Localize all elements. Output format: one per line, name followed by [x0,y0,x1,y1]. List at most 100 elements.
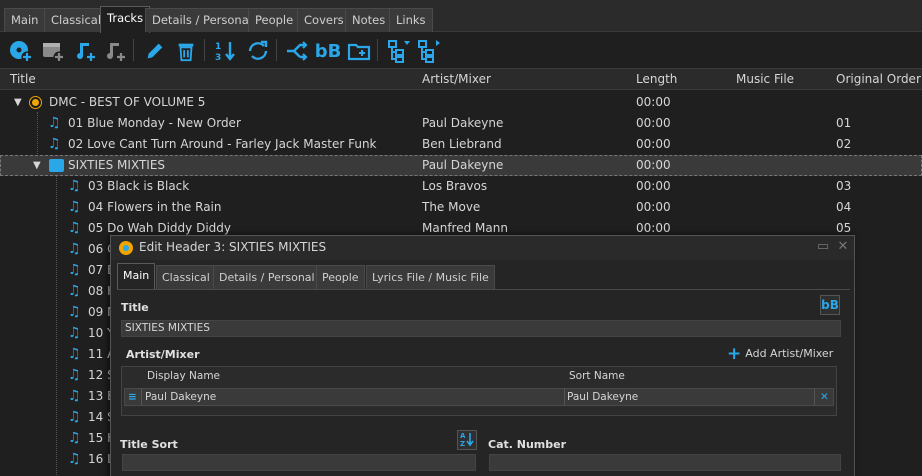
music-note-icon: ♫ [68,304,81,320]
app-window: Main Classical Tracks Details / Personal… [0,0,922,476]
collapse-arrow-icon[interactable]: ▼ [33,155,41,176]
artist-mixer-label: Artist/Mixer [126,348,200,361]
add-subtrack-icon[interactable] [102,38,128,64]
delete-icon[interactable] [173,38,199,64]
music-note-icon: ♫ [68,451,81,467]
column-music-file[interactable]: Music File [736,72,794,86]
renumber-icon[interactable] [245,38,271,64]
toolbar-divider [276,39,277,61]
tab-links[interactable]: Links [389,8,433,32]
remove-artist-icon[interactable]: ✕ [820,389,829,405]
close-icon[interactable]: ✕ [836,240,850,254]
dialog-tab-people[interactable]: People [316,265,365,289]
plus-icon: + [727,344,742,364]
svg-text:Z: Z [460,440,465,447]
music-note-icon: ♫ [68,430,81,446]
music-note-icon: ♫ [68,409,81,425]
edit-icon[interactable] [142,38,168,64]
music-note-icon: ♫ [68,220,81,236]
music-note-icon: ♫ [48,115,61,131]
disc-title: DMC - BEST OF VOLUME 5 [49,95,206,109]
header-folder-icon [49,159,64,172]
music-note-icon: ♫ [68,367,81,383]
dialog-tab-classical[interactable]: Classical [156,265,216,289]
header-title: SIXTIES MIXTIES [68,158,166,172]
drag-handle-icon[interactable]: ≡ [128,389,137,405]
music-note-icon: ♫ [68,388,81,404]
track-order: 01 [836,116,852,130]
collapse-arrow-icon[interactable]: ▼ [14,92,22,113]
artist-sort-name[interactable]: Paul Dakeyne [567,389,638,405]
track-title: 01 Blue Monday - New Order [68,116,241,130]
cat-number-label: Cat. Number [488,438,567,451]
music-note-icon: ♫ [68,178,81,194]
maximize-icon[interactable]: ▭ [816,240,830,254]
title-case-button[interactable]: bB [820,295,840,315]
svg-text:A: A [460,432,466,440]
title-sort-input[interactable] [122,454,476,471]
title-input[interactable]: SIXTIES MIXTIES [121,320,841,337]
music-note-icon: ♫ [68,262,81,278]
column-length[interactable]: Length [636,72,677,86]
music-note-icon: ♫ [68,325,81,341]
tab-people[interactable]: People [248,8,301,32]
column-title[interactable]: Title [10,72,36,86]
cat-number-input[interactable] [489,454,841,471]
track-length: 00:00 [636,137,671,151]
tab-tracks[interactable]: Tracks [100,6,151,33]
header-row-selected[interactable]: ▼ SIXTIES MIXTIES Paul Dakeyne 00:00 [0,155,922,176]
dialog-title: Edit Header 3: SIXTIES MIXTIES [139,240,327,254]
grid-divider [814,389,815,405]
add-header-icon[interactable] [40,38,66,64]
track-title: 04 Flowers in the Rain [88,200,222,214]
add-artist-button[interactable]: + Add Artist/Mixer [727,344,833,364]
add-track-icon[interactable] [72,38,98,64]
artist-grid-row[interactable]: ≡ Paul Dakeyne Paul Dakeyne ✕ [124,388,834,406]
expand-tree-icon[interactable] [386,38,412,64]
column-original-order[interactable]: Original Order [836,72,921,86]
track-order: 04 [836,200,852,214]
track-title: 02 Love Cant Turn Around - Farley Jack M… [68,137,377,151]
dialog-tab-main[interactable]: Main [117,263,156,290]
music-note-icon: ♫ [68,199,81,215]
app-logo-icon [119,241,133,255]
tab-covers[interactable]: Covers [297,8,351,32]
track-length: 00:00 [636,200,671,214]
music-note-icon: ♫ [68,346,81,362]
title-label: Title [121,301,149,314]
toolbar-divider [133,39,134,61]
header-artist: Paul Dakeyne [422,158,504,172]
track-row[interactable]: ♫ 02 Love Cant Turn Around - Farley Jack… [0,134,922,155]
sort-numbers-icon[interactable]: 13 [213,38,239,64]
grid-divider [141,389,142,405]
sort-az-button[interactable]: AZ [457,430,477,450]
column-artist[interactable]: Artist/Mixer [422,72,491,86]
disc-icon [30,97,41,108]
grid-header-sort-name[interactable]: Sort Name [569,370,625,382]
svg-text:1: 1 [215,42,221,52]
dialog-tab-details-personal[interactable]: Details / Personal [213,265,321,289]
track-artist: Los Bravos [422,179,488,193]
tab-details-personal[interactable]: Details / Personal [145,8,259,32]
toolbar-divider [377,39,378,61]
edit-header-dialog: Edit Header 3: SIXTIES MIXTIES ▭ ✕ Main … [110,235,855,476]
tracks-toolbar: 13 bB [0,33,922,67]
tab-notes[interactable]: Notes [345,8,393,32]
grid-header-display-name[interactable]: Display Name [147,370,220,382]
bb-text-icon[interactable]: bB [315,38,342,64]
collapse-tree-icon[interactable] [416,38,442,64]
subtrack-row[interactable]: ♫ 03 Black is Black Los Bravos 00:00 03 [0,176,922,197]
dialog-tab-lyrics-music-file[interactable]: Lyrics File / Music File [366,265,495,289]
artist-display-name[interactable]: Paul Dakeyne [145,389,216,405]
column-header-bar: Title Artist/Mixer Length Music File Ori… [0,68,922,90]
add-disc-icon[interactable] [8,38,34,64]
track-title: 03 Black is Black [88,179,190,193]
tab-classical[interactable]: Classical [44,8,109,32]
track-row[interactable]: ♫ 01 Blue Monday - New Order Paul Dakeyn… [0,113,922,134]
shuffle-icon[interactable] [284,38,310,64]
subtrack-row[interactable]: ♫ 04 Flowers in the Rain The Move 00:00 … [0,197,922,218]
add-folder-icon[interactable] [346,38,372,64]
tab-main[interactable]: Main [4,8,46,32]
dialog-title-bar[interactable]: Edit Header 3: SIXTIES MIXTIES ▭ ✕ [111,236,854,260]
disc-row[interactable]: ▼ DMC - BEST OF VOLUME 5 00:00 [0,92,922,113]
